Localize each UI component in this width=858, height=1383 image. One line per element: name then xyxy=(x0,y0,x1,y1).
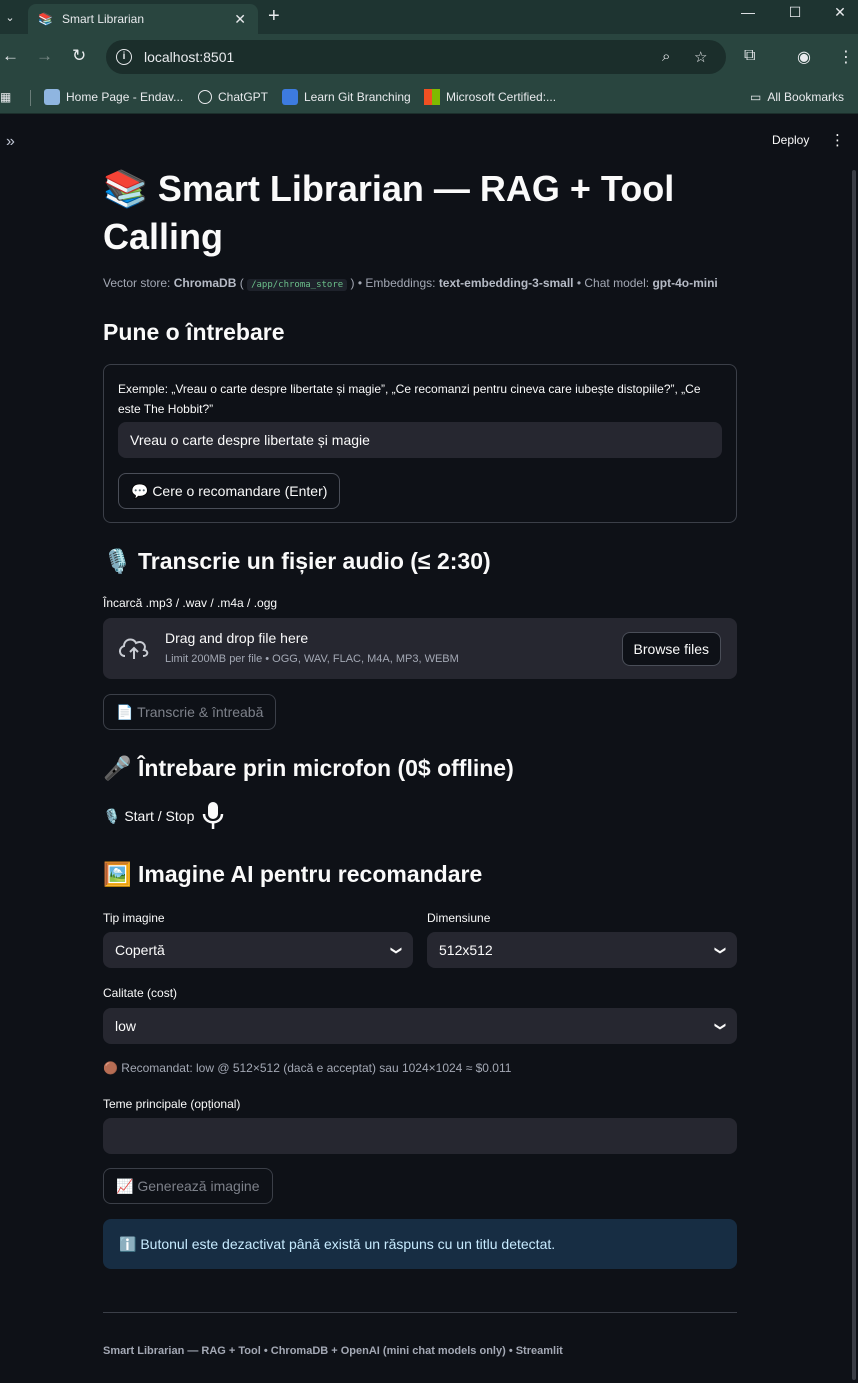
request-recommendation-button[interactable]: 💬 Cere o recomandare (Enter) xyxy=(118,473,341,509)
git-branch-icon xyxy=(282,89,298,105)
embeddings-value: text-embedding-3-small xyxy=(438,276,574,290)
themes-input[interactable] xyxy=(103,1118,737,1154)
profile-icon[interactable]: ◉ xyxy=(797,47,811,67)
question-input[interactable]: Vreau o carte despre libertate și magie xyxy=(118,422,722,458)
chevron-down-icon: ❯ xyxy=(713,945,726,955)
file-uploader-dropzone[interactable]: Drag and drop file here Limit 200MB per … xyxy=(103,618,737,679)
store-path-code: /app/chroma_store xyxy=(247,279,348,291)
generate-row: 📈 Generează imagine xyxy=(103,1168,737,1204)
ask-form: Exemple: „Vreau o carte despre libertate… xyxy=(103,364,737,523)
close-window-icon[interactable]: ✕ xyxy=(820,4,858,21)
image-heading: 🖼️ Imagine AI pentru recomandare xyxy=(103,861,483,887)
microsoft-logo-icon xyxy=(424,89,440,105)
bookmark-label: Microsoft Certified:... xyxy=(446,90,557,104)
bookmark-label: All Bookmarks xyxy=(767,90,845,104)
new-tab-plus-icon[interactable]: + xyxy=(268,5,280,28)
upload-label: Încarcă .mp3 / .wav / .m4a / .ogg xyxy=(103,596,278,610)
deploy-button[interactable]: Deploy xyxy=(772,133,809,147)
minimize-icon[interactable]: — xyxy=(728,4,768,20)
bookmark-chatgpt[interactable]: ChatGPT xyxy=(198,87,268,107)
page-icon xyxy=(44,89,60,105)
close-tab-icon[interactable]: ✕ xyxy=(234,11,246,28)
limit-text: Limit 200MB per file • OGG, WAV, FLAC, M… xyxy=(165,653,459,665)
dimension-label: Dimensiune xyxy=(427,911,491,925)
transcribe-row: 📄 Transcrie & întreabă xyxy=(103,694,737,730)
page-title: 📚 Smart Librarian — RAG + Tool Calling xyxy=(103,168,675,257)
books-favicon-icon: 📚 xyxy=(38,12,53,26)
drop-text: Drag and drop file here xyxy=(165,630,309,646)
info-alert-text: ℹ️ Butonul este dezactivat până există u… xyxy=(119,1235,556,1252)
forward-arrow-icon[interactable]: → xyxy=(36,46,53,66)
transcribe-ask-button[interactable]: 📄 Transcrie & întreabă xyxy=(103,694,277,730)
scrollbar[interactable] xyxy=(852,170,856,1380)
address-bar[interactable]: i localhost:8501 ⌕ ☆ xyxy=(106,40,726,74)
paren-close: ) xyxy=(350,276,355,290)
browser-toolbar: ← → ↻ i localhost:8501 ⌕ ☆ ⧉ ◉ ⋮ xyxy=(0,34,858,80)
maximize-icon[interactable]: ☐ xyxy=(775,4,815,21)
chevron-down-icon: ❯ xyxy=(389,945,402,955)
extensions-puzzle-icon[interactable]: ⧉ xyxy=(744,47,755,65)
vector-store-value: ChromaDB xyxy=(173,276,237,290)
chevron-down-icon: ❯ xyxy=(713,1021,726,1031)
bookmark-label: Home Page - Endav... xyxy=(66,90,184,104)
start-stop-label: 🎙️ Start / Stop xyxy=(103,807,195,824)
themes-label: Teme principale (opțional) xyxy=(103,1097,241,1111)
bookmark-home-page[interactable]: Home Page - Endav... xyxy=(44,87,183,107)
dimension-value: 512x512 xyxy=(439,942,493,958)
bookmark-label: ChatGPT xyxy=(218,90,269,104)
image-type-label: Tip imagine xyxy=(103,911,165,925)
bookmark-microsoft[interactable]: Microsoft Certified:... xyxy=(424,87,556,107)
generate-image-button[interactable]: 📈 Generează imagine xyxy=(103,1168,273,1204)
chat-model-value: gpt-4o-mini xyxy=(652,276,718,290)
recommendation-caption: 🟤 Recomandat: low @ 512×512 (dacă e acce… xyxy=(103,1061,512,1075)
image-type-select[interactable]: Copertă ❯ xyxy=(103,932,413,968)
image-type-value: Copertă xyxy=(115,942,165,958)
zoom-search-icon[interactable]: ⌕ xyxy=(662,48,670,65)
caption-label: • Embeddings: xyxy=(357,276,436,290)
app-menu-icon[interactable]: ⋮ xyxy=(830,131,845,149)
image-options-row: Tip imagine Copertă ❯ Dimensiune 512x512… xyxy=(103,911,737,971)
browser-menu-icon[interactable]: ⋮ xyxy=(838,47,854,67)
ask-heading: Pune o întrebare xyxy=(103,319,285,345)
examples-label: Exemple: „Vreau o carte despre libertate… xyxy=(118,382,701,416)
mic-heading: 🎤 Întrebare prin microfon (0$ offline) xyxy=(103,755,514,781)
browser-tab-bar: ⌄ 📚 Smart Librarian ✕ + — ☐ ✕ xyxy=(0,0,858,34)
audio-heading: 🎙️ Transcrie un fișier audio (≤ 2:30) xyxy=(103,548,491,574)
expand-sidebar-icon[interactable]: » xyxy=(6,133,15,151)
browse-files-button[interactable]: Browse files xyxy=(621,632,721,666)
apps-grid-icon[interactable]: ▦ xyxy=(0,87,11,107)
config-caption: Vector store: ChromaDB ( /app/chroma_sto… xyxy=(103,276,737,291)
streamlit-app: » Deploy ⋮ 📚 Smart Librarian — RAG + Too… xyxy=(0,115,858,1383)
quality-value: low xyxy=(115,1018,137,1034)
bookmarks-divider xyxy=(30,90,31,106)
quality-label: Calitate (cost) xyxy=(103,986,178,1000)
paren-open: ( xyxy=(239,276,244,290)
browser-tab[interactable]: 📚 Smart Librarian ✕ xyxy=(28,4,258,34)
quality-select[interactable]: low ❯ xyxy=(103,1008,737,1044)
cloud-upload-icon xyxy=(119,638,149,659)
mic-recorder: 🎙️ Start / Stop xyxy=(103,801,737,831)
bookmark-label: Learn Git Branching xyxy=(304,90,411,104)
bookmark-star-icon[interactable]: ☆ xyxy=(694,48,707,66)
microphone-icon[interactable] xyxy=(202,801,224,831)
tab-search-chevron-icon[interactable]: ⌄ xyxy=(0,4,20,30)
all-bookmarks[interactable]: ▭ All Bookmarks xyxy=(750,87,844,107)
bookmarks-bar: ▦ Home Page - Endav... ChatGPT Learn Git… xyxy=(0,80,858,114)
reload-icon[interactable]: ↻ xyxy=(72,46,86,66)
footer-text: Smart Librarian — RAG + Tool • ChromaDB … xyxy=(103,1345,563,1357)
openai-icon xyxy=(198,90,212,104)
info-alert: ℹ️ Butonul este dezactivat până există u… xyxy=(103,1219,737,1269)
url-text: localhost:8501 xyxy=(144,49,235,65)
footer-divider xyxy=(103,1312,737,1313)
back-arrow-icon[interactable]: ← xyxy=(2,46,19,66)
caption-label: Vector store: xyxy=(103,276,171,290)
folder-icon: ▭ xyxy=(750,90,762,104)
caption-label: • Chat model: xyxy=(576,276,650,290)
dimension-select[interactable]: 512x512 ❯ xyxy=(427,932,737,968)
bookmark-learn-git[interactable]: Learn Git Branching xyxy=(282,87,411,107)
site-info-icon[interactable]: i xyxy=(116,49,132,65)
tab-title: Smart Librarian xyxy=(62,12,145,26)
